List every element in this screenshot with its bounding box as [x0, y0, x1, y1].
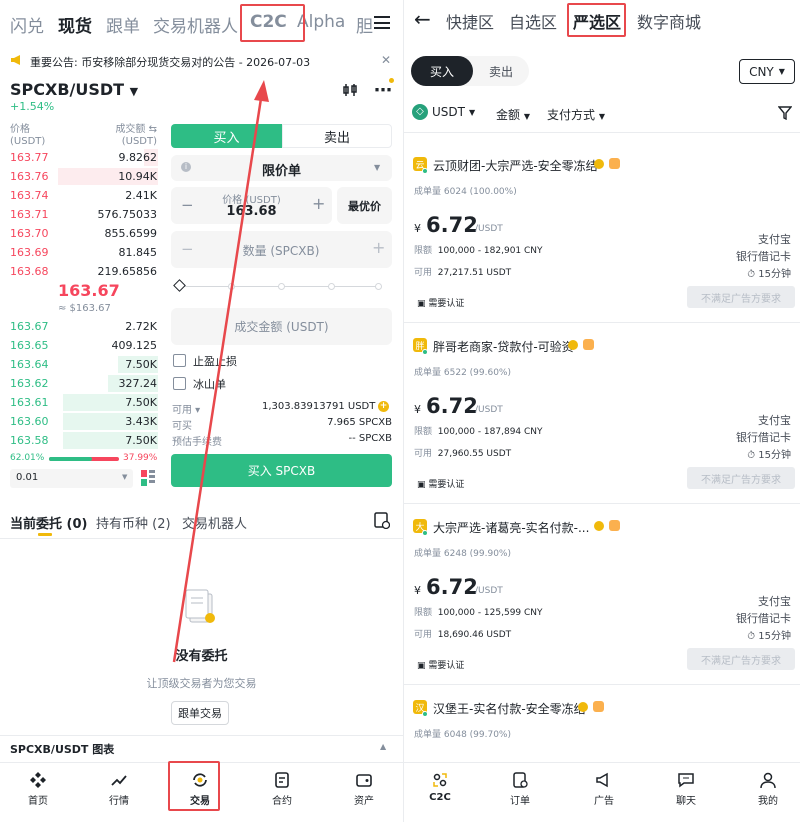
payment-method: 支付宝 [758, 414, 791, 427]
payment-method: 支付宝 [758, 595, 791, 608]
amount-filter[interactable]: 金额 ▼ [496, 106, 530, 123]
verification-tag: ▣ 需要认证 [417, 480, 465, 490]
timer-icon: ⏱ [747, 450, 756, 461]
online-dot [422, 711, 428, 717]
currency-symbol: ¥ [414, 222, 421, 235]
nav-ads[interactable]: 广告 [574, 771, 634, 807]
id-card-icon: ▣ [417, 480, 426, 490]
ad-limit: 限额 100,000 - 182,901 CNY [414, 246, 543, 256]
price-unit: /USDT [475, 405, 503, 415]
ad-available: 可用 18,690.46 USDT [414, 630, 512, 640]
ad-price: 6.72 [426, 213, 478, 237]
sell-tab[interactable]: 卖出 [473, 56, 529, 86]
merchant-shield-icon [583, 339, 594, 350]
payment-method: 支付宝 [758, 233, 791, 246]
price-unit: /USDT [475, 586, 503, 596]
tab-express[interactable]: 快捷区 [446, 9, 494, 33]
buy-tab[interactable]: 买入 [411, 56, 473, 86]
payment-time: ⏱ 15分钟 [747, 269, 791, 280]
ad-price: 6.72 [426, 394, 478, 418]
ad-limit: 限额 100,000 - 187,894 CNY [414, 427, 543, 437]
buy-ad-button[interactable]: 不满足广告方要求 [687, 286, 795, 308]
usdt-icon: ◇ [412, 104, 428, 120]
payment-method: 银行借记卡 [736, 431, 791, 444]
order-volume: 成单量 6024 (100.00%) [414, 187, 517, 197]
timer-icon: ⏱ [747, 631, 756, 642]
verified-badge-icon [578, 702, 588, 712]
payment-time: ⏱ 15分钟 [747, 631, 791, 642]
ad-available: 可用 27,217.51 USDT [414, 268, 512, 278]
payment-time: ⏱ 15分钟 [747, 450, 791, 461]
buy-ad-button[interactable]: 不满足广告方要求 [687, 648, 795, 670]
online-dot [422, 168, 428, 174]
payment-method: 银行借记卡 [736, 612, 791, 625]
order-volume: 成单量 6522 (99.60%) [414, 368, 511, 378]
timer-icon: ⏱ [747, 269, 756, 280]
ad-price: 6.72 [426, 575, 478, 599]
ad-available: 可用 27,960.55 USDT [414, 449, 512, 459]
c2c-panel: ← 快捷区 自选区 严选区 数字商城 买入 卖出 CNY ▼ ◇ USDT ▼ 金额… [403, 0, 800, 822]
nav-orders[interactable]: 订单 [490, 771, 550, 807]
profile-icon [760, 772, 776, 789]
nav-profile[interactable]: 我的 [738, 771, 798, 807]
nav-c2c[interactable]: C2C [410, 771, 470, 803]
coin-filter[interactable]: ◇ USDT ▼ [412, 104, 475, 120]
merchant-shield-icon [609, 520, 620, 531]
order-volume: 成单量 6048 (99.70%) [414, 730, 511, 740]
chevron-down-icon: ▼ [778, 67, 785, 76]
verification-tag: ▣ 需要认证 [417, 299, 465, 309]
merchant-shield-icon [593, 701, 604, 712]
chat-icon [678, 773, 694, 788]
currency-symbol: ¥ [414, 584, 421, 597]
id-card-icon: ▣ [417, 299, 426, 309]
ads-icon [596, 772, 608, 788]
currency-select[interactable]: CNY ▼ [739, 59, 795, 84]
verified-badge-icon [568, 340, 578, 350]
payment-method: 银行借记卡 [736, 250, 791, 263]
annotation-arrow [172, 80, 269, 663]
verified-badge-icon [594, 159, 604, 169]
buy-sell-toggle: 买入 卖出 [411, 56, 529, 86]
id-card-icon: ▣ [417, 661, 426, 671]
ad-limit: 限额 100,000 - 125,599 CNY [414, 608, 543, 618]
back-arrow-icon[interactable]: ← [414, 7, 431, 31]
verification-tag: ▣ 需要认证 [417, 661, 465, 671]
verified-badge-icon [594, 521, 604, 531]
merchant-name[interactable]: 汉堡王-实名付款-安全零冻结 [433, 700, 586, 717]
order-volume: 成单量 6248 (99.90%) [414, 549, 511, 559]
selected-zone-highlight-box [567, 3, 626, 37]
currency-symbol: ¥ [414, 403, 421, 416]
online-dot [422, 530, 428, 536]
filter-icon[interactable] [778, 106, 792, 120]
merchant-name[interactable]: 胖哥老商家-贷款付-可验资 [433, 338, 574, 355]
payment-filter[interactable]: 支付方式 ▼ [547, 106, 605, 123]
merchant-shield-icon [609, 158, 620, 169]
spot-trading-panel: 闪兑 现货 跟单 交易机器人 C2C Alpha 胆 重要公告: 币安移除部分现… [0, 0, 403, 822]
bottom-navigation: C2C 订单 广告 聊天 我的 [404, 762, 800, 822]
price-unit: /USDT [475, 224, 503, 234]
tab-digital-mall[interactable]: 数字商城 [637, 9, 701, 33]
orders-icon [513, 772, 528, 788]
tab-p2p[interactable]: 自选区 [509, 9, 557, 33]
merchant-name[interactable]: 大宗严选-诸葛亮-实名付款-... [433, 519, 589, 536]
online-dot [422, 349, 428, 355]
c2c-icon [433, 773, 447, 787]
merchant-name[interactable]: 云顶财团-大宗严选-安全零冻结 [433, 157, 598, 174]
nav-chat[interactable]: 聊天 [656, 771, 716, 807]
buy-ad-button[interactable]: 不满足广告方要求 [687, 467, 795, 489]
